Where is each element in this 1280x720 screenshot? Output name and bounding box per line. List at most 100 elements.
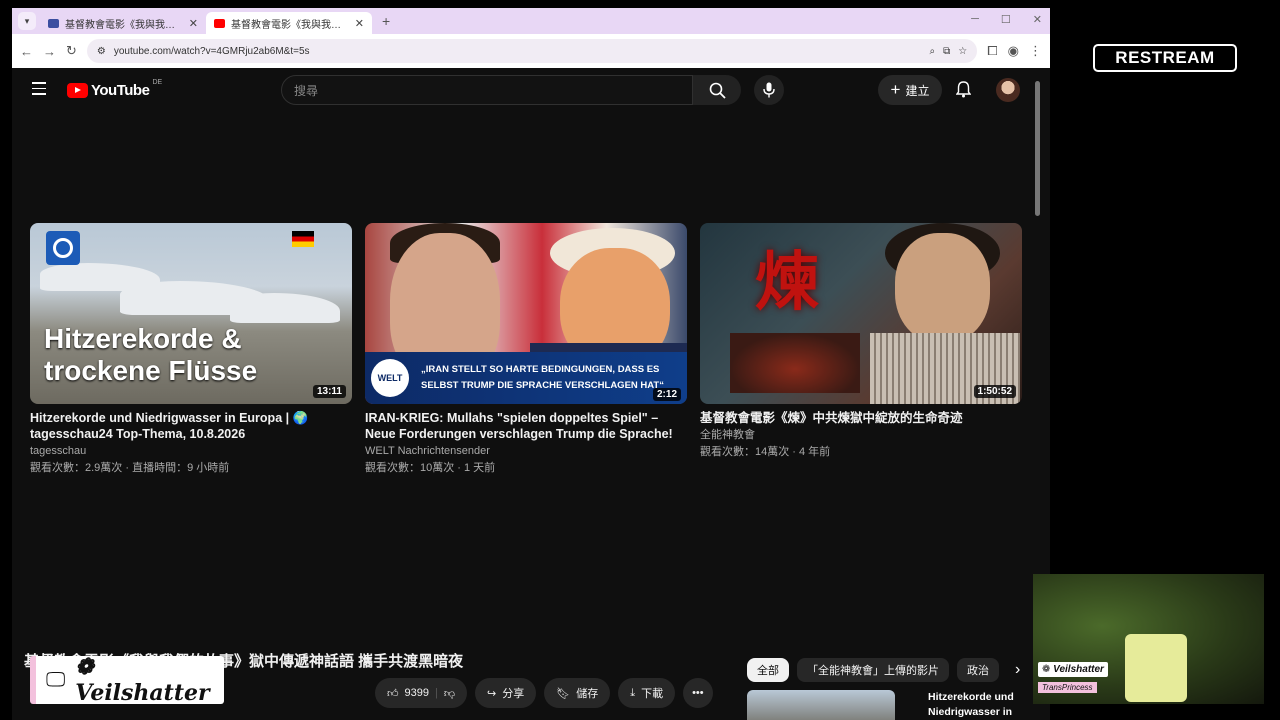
tab-title: 基督教會電影《我與我們的故事 <box>65 19 183 31</box>
video-grid: Hitzerekorde & trockene Flüsse 13:11 Hit… <box>30 223 1022 476</box>
address-bar[interactable]: ⚙ youtube.com/watch?v=4GMRju2ab6M&t=5s ⌕… <box>86 39 978 63</box>
youtube-play-icon <box>67 83 88 98</box>
like-count: 9399 <box>404 687 429 699</box>
cast-icon[interactable]: ⧉ <box>943 46 950 57</box>
share-icon: ↪ <box>487 687 497 700</box>
restream-logo: RESTREAM <box>1093 44 1237 72</box>
search-button[interactable] <box>693 75 741 105</box>
microphone-icon <box>763 82 775 98</box>
streamer-name-overlay: 🖵 ❁ Veilshatter <box>30 654 224 706</box>
region-code: DE <box>152 79 163 86</box>
close-tab-icon[interactable]: ✕ <box>189 17 198 30</box>
browser-window: ▾ 基督教會電影《我與我們的故事 ✕ 基督教會電影《我與我們的故事 ✕ + ─ … <box>12 8 1050 720</box>
youtube-logo[interactable]: YouTube DE <box>67 79 163 99</box>
video-meta: 觀看次數：2.9萬次 · 直播時間：9 小時前 <box>30 462 230 474</box>
webcam-name-label: ❁ Veilshatter <box>1038 662 1108 677</box>
webcam-object <box>1125 634 1187 702</box>
video-title[interactable]: Hitzerekorde und Niedrigwasser in Europa… <box>30 410 352 442</box>
page-scrollbar[interactable] <box>1035 81 1040 216</box>
video-card[interactable]: Hitzerekorde & trockene Flüsse 13:11 Hit… <box>30 223 352 476</box>
minimize-icon[interactable]: ─ <box>971 13 979 26</box>
video-duration: 2:12 <box>652 388 681 401</box>
search-input[interactable]: 搜尋 <box>281 75 693 105</box>
video-duration: 13:11 <box>312 385 346 398</box>
reload-icon[interactable]: ↻ <box>66 43 77 59</box>
chip-channel-uploads[interactable]: 「全能神教會」上傳的影片 <box>797 658 949 682</box>
logo-text: YouTube <box>91 82 150 99</box>
channel-name[interactable]: 全能神教會 <box>700 428 1022 443</box>
welt-logo: WELT <box>371 359 409 397</box>
tagesschau-logo-icon <box>46 231 80 265</box>
tab-title: 基督教會電影《我與我們的故事 <box>231 19 349 31</box>
more-actions-button[interactable]: ••• <box>683 678 713 708</box>
channel-name[interactable]: tagesschau <box>30 444 352 459</box>
video-card[interactable]: WELT „IRAN STELLT SO HARTE BEDINGUNGEN, … <box>365 223 687 476</box>
chevron-right-icon[interactable]: › <box>1015 661 1020 679</box>
download-label: 下載 <box>641 688 664 700</box>
extensions-icon[interactable]: ⧠ <box>987 43 997 59</box>
video-title[interactable]: IRAN-KRIEG: Mullahs "spielen doppeltes S… <box>365 410 687 442</box>
thumbnail-caption: „IRAN STELLT SO HARTE BEDINGUNGEN, DASS … <box>421 364 664 391</box>
tab-search-button[interactable]: ▾ <box>18 12 36 30</box>
webcam-overlay: ❁ Veilshatter TransPrincess <box>1033 574 1264 704</box>
share-button[interactable]: ↪ 分享 <box>475 678 537 708</box>
save-button[interactable]: 🔖︎ 儲存 <box>544 678 611 708</box>
close-tab-icon[interactable]: ✕ <box>355 17 364 30</box>
video-thumbnail[interactable]: Hitzerekorde & trockene Flüsse 13:11 <box>30 223 352 404</box>
maximize-icon[interactable]: ☐ <box>1001 13 1011 26</box>
upnext-thumbnail[interactable] <box>747 690 895 720</box>
download-button[interactable]: ⤓ 下載 <box>618 678 676 708</box>
search-icon <box>709 82 726 99</box>
chip-all[interactable]: 全部 <box>747 658 789 682</box>
create-label: 建立 <box>905 83 930 98</box>
address-toolbar: ← → ↻ ⚙ youtube.com/watch?v=4GMRju2ab6M&… <box>12 34 1050 68</box>
video-meta: 觀看次數：10萬次 · 1 天前 <box>365 462 496 474</box>
avatar[interactable] <box>996 78 1020 102</box>
download-icon: ⤓ <box>630 686 636 699</box>
video-meta: 觀看次數：14萬次 · 4 年前 <box>700 446 831 458</box>
browser-tab-2[interactable]: 基督教會電影《我與我們的故事 ✕ <box>206 12 372 34</box>
site-info-icon[interactable]: ⚙ <box>97 46 106 57</box>
browser-tab-1[interactable]: 基督教會電影《我與我們的故事 ✕ <box>40 12 206 34</box>
video-thumbnail[interactable]: WELT „IRAN STELLT SO HARTE BEDINGUNGEN, … <box>365 223 687 404</box>
hamburger-menu-icon[interactable] <box>32 82 46 99</box>
back-icon[interactable]: ← <box>20 44 33 59</box>
upnext-title[interactable]: Hitzerekorde und Niedrigwasser in <box>928 690 1028 720</box>
video-thumbnail[interactable]: 煉 1:50:52 <box>700 223 1022 404</box>
youtube-page: YouTube DE 搜尋 + 建立 Hitzerekorde & trocke… <box>12 68 1042 720</box>
german-flag-icon <box>292 231 314 247</box>
new-tab-button[interactable]: + <box>382 13 390 29</box>
monitor-icon: 🖵 <box>46 668 66 691</box>
action-bar: 👍︎ 9399 | 👎︎ ↪ 分享 🔖︎ 儲存 ⤓ 下載 ••• <box>375 678 713 708</box>
youtube-header: YouTube DE 搜尋 + 建立 <box>12 68 1042 112</box>
notifications-button[interactable] <box>955 81 972 103</box>
url-text: youtube.com/watch?v=4GMRju2ab6M&t=5s <box>113 45 310 57</box>
close-window-icon[interactable]: ✕ <box>1033 13 1042 26</box>
thumbs-down-icon[interactable]: 👎︎ <box>444 687 455 700</box>
separator: | <box>434 687 438 699</box>
plus-icon: + <box>890 80 901 99</box>
webcam-tag-label: TransPrincess <box>1038 682 1097 693</box>
thumbs-up-icon: 👍︎ <box>387 687 399 700</box>
thumbnail-banner: WELT „IRAN STELLT SO HARTE BEDINGUNGEN, … <box>365 352 687 404</box>
more-icon: ••• <box>692 687 704 699</box>
bell-icon <box>955 81 972 98</box>
browser-menu-icon[interactable]: ⋮ <box>1029 43 1042 59</box>
thumbnail-caption: Hitzerekorde & trockene Flüsse <box>44 323 258 386</box>
voice-search-button[interactable] <box>754 75 784 105</box>
channel-name[interactable]: WELT Nachrichtensender <box>365 444 687 459</box>
filter-chips: 全部 「全能神教會」上傳的影片 政治 › <box>747 658 1020 682</box>
zoom-icon[interactable]: ⌕ <box>930 46 936 57</box>
create-button[interactable]: + 建立 <box>878 75 942 105</box>
profile-icon[interactable]: ◉ <box>1008 43 1019 59</box>
bookmark-star-icon[interactable]: ☆ <box>958 46 967 57</box>
video-title[interactable]: 基督教會電影《煉》中共煉獄中綻放的生命奇迹 <box>700 410 1022 426</box>
forward-icon[interactable]: → <box>43 44 56 59</box>
window-controls: ─ ☐ ✕ <box>971 13 1042 26</box>
video-duration: 1:50:52 <box>973 385 1016 398</box>
like-dislike-button[interactable]: 👍︎ 9399 | 👎︎ <box>375 678 468 708</box>
youtube-favicon-icon <box>214 18 225 28</box>
save-label: 儲存 <box>576 688 599 700</box>
chip-politics[interactable]: 政治 <box>957 658 999 682</box>
video-card[interactable]: 煉 1:50:52 基督教會電影《煉》中共煉獄中綻放的生命奇迹 全能神教會 觀看… <box>700 223 1022 476</box>
